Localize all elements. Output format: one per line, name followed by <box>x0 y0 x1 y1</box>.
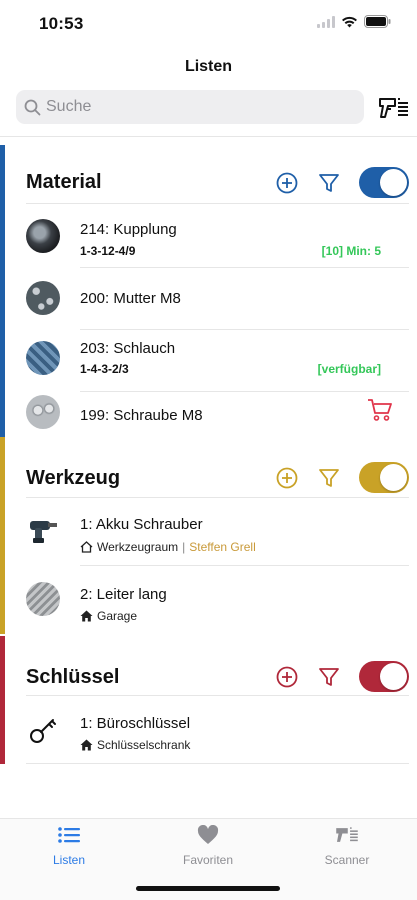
filter-icon[interactable] <box>317 466 341 490</box>
section-material: Material 214: Kupplung 1-3-12-4/9 [10] M… <box>0 145 417 437</box>
section-divider <box>26 497 409 498</box>
status-bar: 10:53 <box>0 0 417 48</box>
person-link[interactable]: Steffen Grell <box>189 540 255 554</box>
section-toggle[interactable] <box>359 661 409 692</box>
screws-photo <box>26 395 60 429</box>
section-actions <box>275 462 409 493</box>
item-location: Schlüsselschrank <box>80 738 190 752</box>
header-divider <box>0 136 417 137</box>
tab-label: Listen <box>52 853 86 867</box>
section-toggle[interactable] <box>359 462 409 493</box>
location-name: Schlüsselschrank <box>97 738 191 752</box>
add-icon[interactable] <box>275 171 299 195</box>
filter-icon[interactable] <box>317 171 341 195</box>
nuts-photo <box>26 281 60 315</box>
location-separator: | <box>182 540 186 554</box>
section-divider <box>26 695 409 696</box>
item-location-code: 1-3-12-4/9 <box>80 244 136 258</box>
status-time: 10:53 <box>39 14 84 33</box>
list-item[interactable]: 1: Akku Schrauber Werkzeugraum | Steffen… <box>0 499 417 566</box>
drill-photo <box>26 513 60 547</box>
tab-label: Scanner <box>324 853 370 867</box>
list-item[interactable]: 199: Schraube M8 <box>0 391 417 437</box>
section-title: Material <box>26 171 102 193</box>
heart-icon <box>197 824 219 844</box>
search-icon <box>24 99 41 115</box>
availability-badge: [verfügbar] <box>317 362 381 376</box>
item-title: 1: Akku Schrauber <box>80 516 203 533</box>
section-actions <box>275 167 409 198</box>
search-bar[interactable] <box>16 90 364 124</box>
key-icon <box>26 713 60 747</box>
list-item[interactable]: 214: Kupplung 1-3-12-4/9 [10] Min: 5 <box>0 205 417 268</box>
section-werkzeug: Werkzeug 1: Akku Schrauber Werkzeugraum … <box>0 437 417 634</box>
list-item[interactable]: 2: Leiter lang Garage <box>0 565 417 634</box>
scanner-button[interactable] <box>378 95 410 121</box>
ladder-photo <box>26 582 60 616</box>
section-schluessel: Schlüssel 1: Büroschlüssel Schlüsselschr… <box>0 636 417 764</box>
cart-icon[interactable] <box>367 398 393 427</box>
item-location-code: 1-4-3-2/3 <box>80 362 129 376</box>
section-divider <box>26 203 409 204</box>
page-title: Listen <box>184 58 233 75</box>
item-title: 199: Schraube M8 <box>80 407 203 424</box>
signal-icon <box>317 15 335 28</box>
home-icon <box>80 610 93 622</box>
stock-badge: [10] Min: 5 <box>321 244 381 258</box>
status-icons <box>317 15 391 28</box>
list-item[interactable]: 200: Mutter M8 <box>0 267 417 330</box>
item-location: Werkzeugraum | Steffen Grell <box>80 540 256 554</box>
row-divider <box>26 763 409 764</box>
tab-scanner[interactable]: Scanner <box>297 825 397 867</box>
item-title: 2: Leiter lang <box>80 586 167 603</box>
tab-listen[interactable]: Listen <box>19 825 119 867</box>
filter-icon[interactable] <box>317 665 341 689</box>
hose-photo <box>26 341 60 375</box>
item-title: 1: Büroschlüssel <box>80 715 191 732</box>
location-name: Werkzeugraum <box>97 540 179 554</box>
item-title: 214: Kupplung <box>80 221 177 238</box>
add-icon[interactable] <box>275 665 299 689</box>
location-name: Garage <box>97 609 138 623</box>
section-title: Schlüssel <box>26 666 120 688</box>
coupling-photo <box>26 219 60 253</box>
item-title: 200: Mutter M8 <box>80 290 181 307</box>
section-toggle[interactable] <box>359 167 409 198</box>
item-title: 203: Schlauch <box>80 340 176 357</box>
battery-icon <box>364 15 391 28</box>
list-item[interactable]: 1: Büroschlüssel Schlüsselschrank <box>0 697 417 764</box>
search-input[interactable] <box>46 98 346 116</box>
tab-favoriten[interactable]: Favoriten <box>158 824 258 867</box>
item-location: Garage <box>80 609 137 623</box>
wifi-icon <box>342 16 357 27</box>
home-indicator <box>136 886 280 891</box>
scanner-icon <box>336 827 358 842</box>
home-outline-icon <box>80 541 93 553</box>
list-item[interactable]: 203: Schlauch 1-4-3-2/3 [verfügbar] <box>0 329 417 392</box>
section-title: Werkzeug <box>26 467 121 489</box>
tab-label: Favoriten <box>182 853 234 867</box>
list-icon <box>58 827 80 843</box>
section-actions <box>275 661 409 692</box>
scanner-icon <box>379 98 408 118</box>
add-icon[interactable] <box>275 466 299 490</box>
home-icon <box>80 739 93 751</box>
